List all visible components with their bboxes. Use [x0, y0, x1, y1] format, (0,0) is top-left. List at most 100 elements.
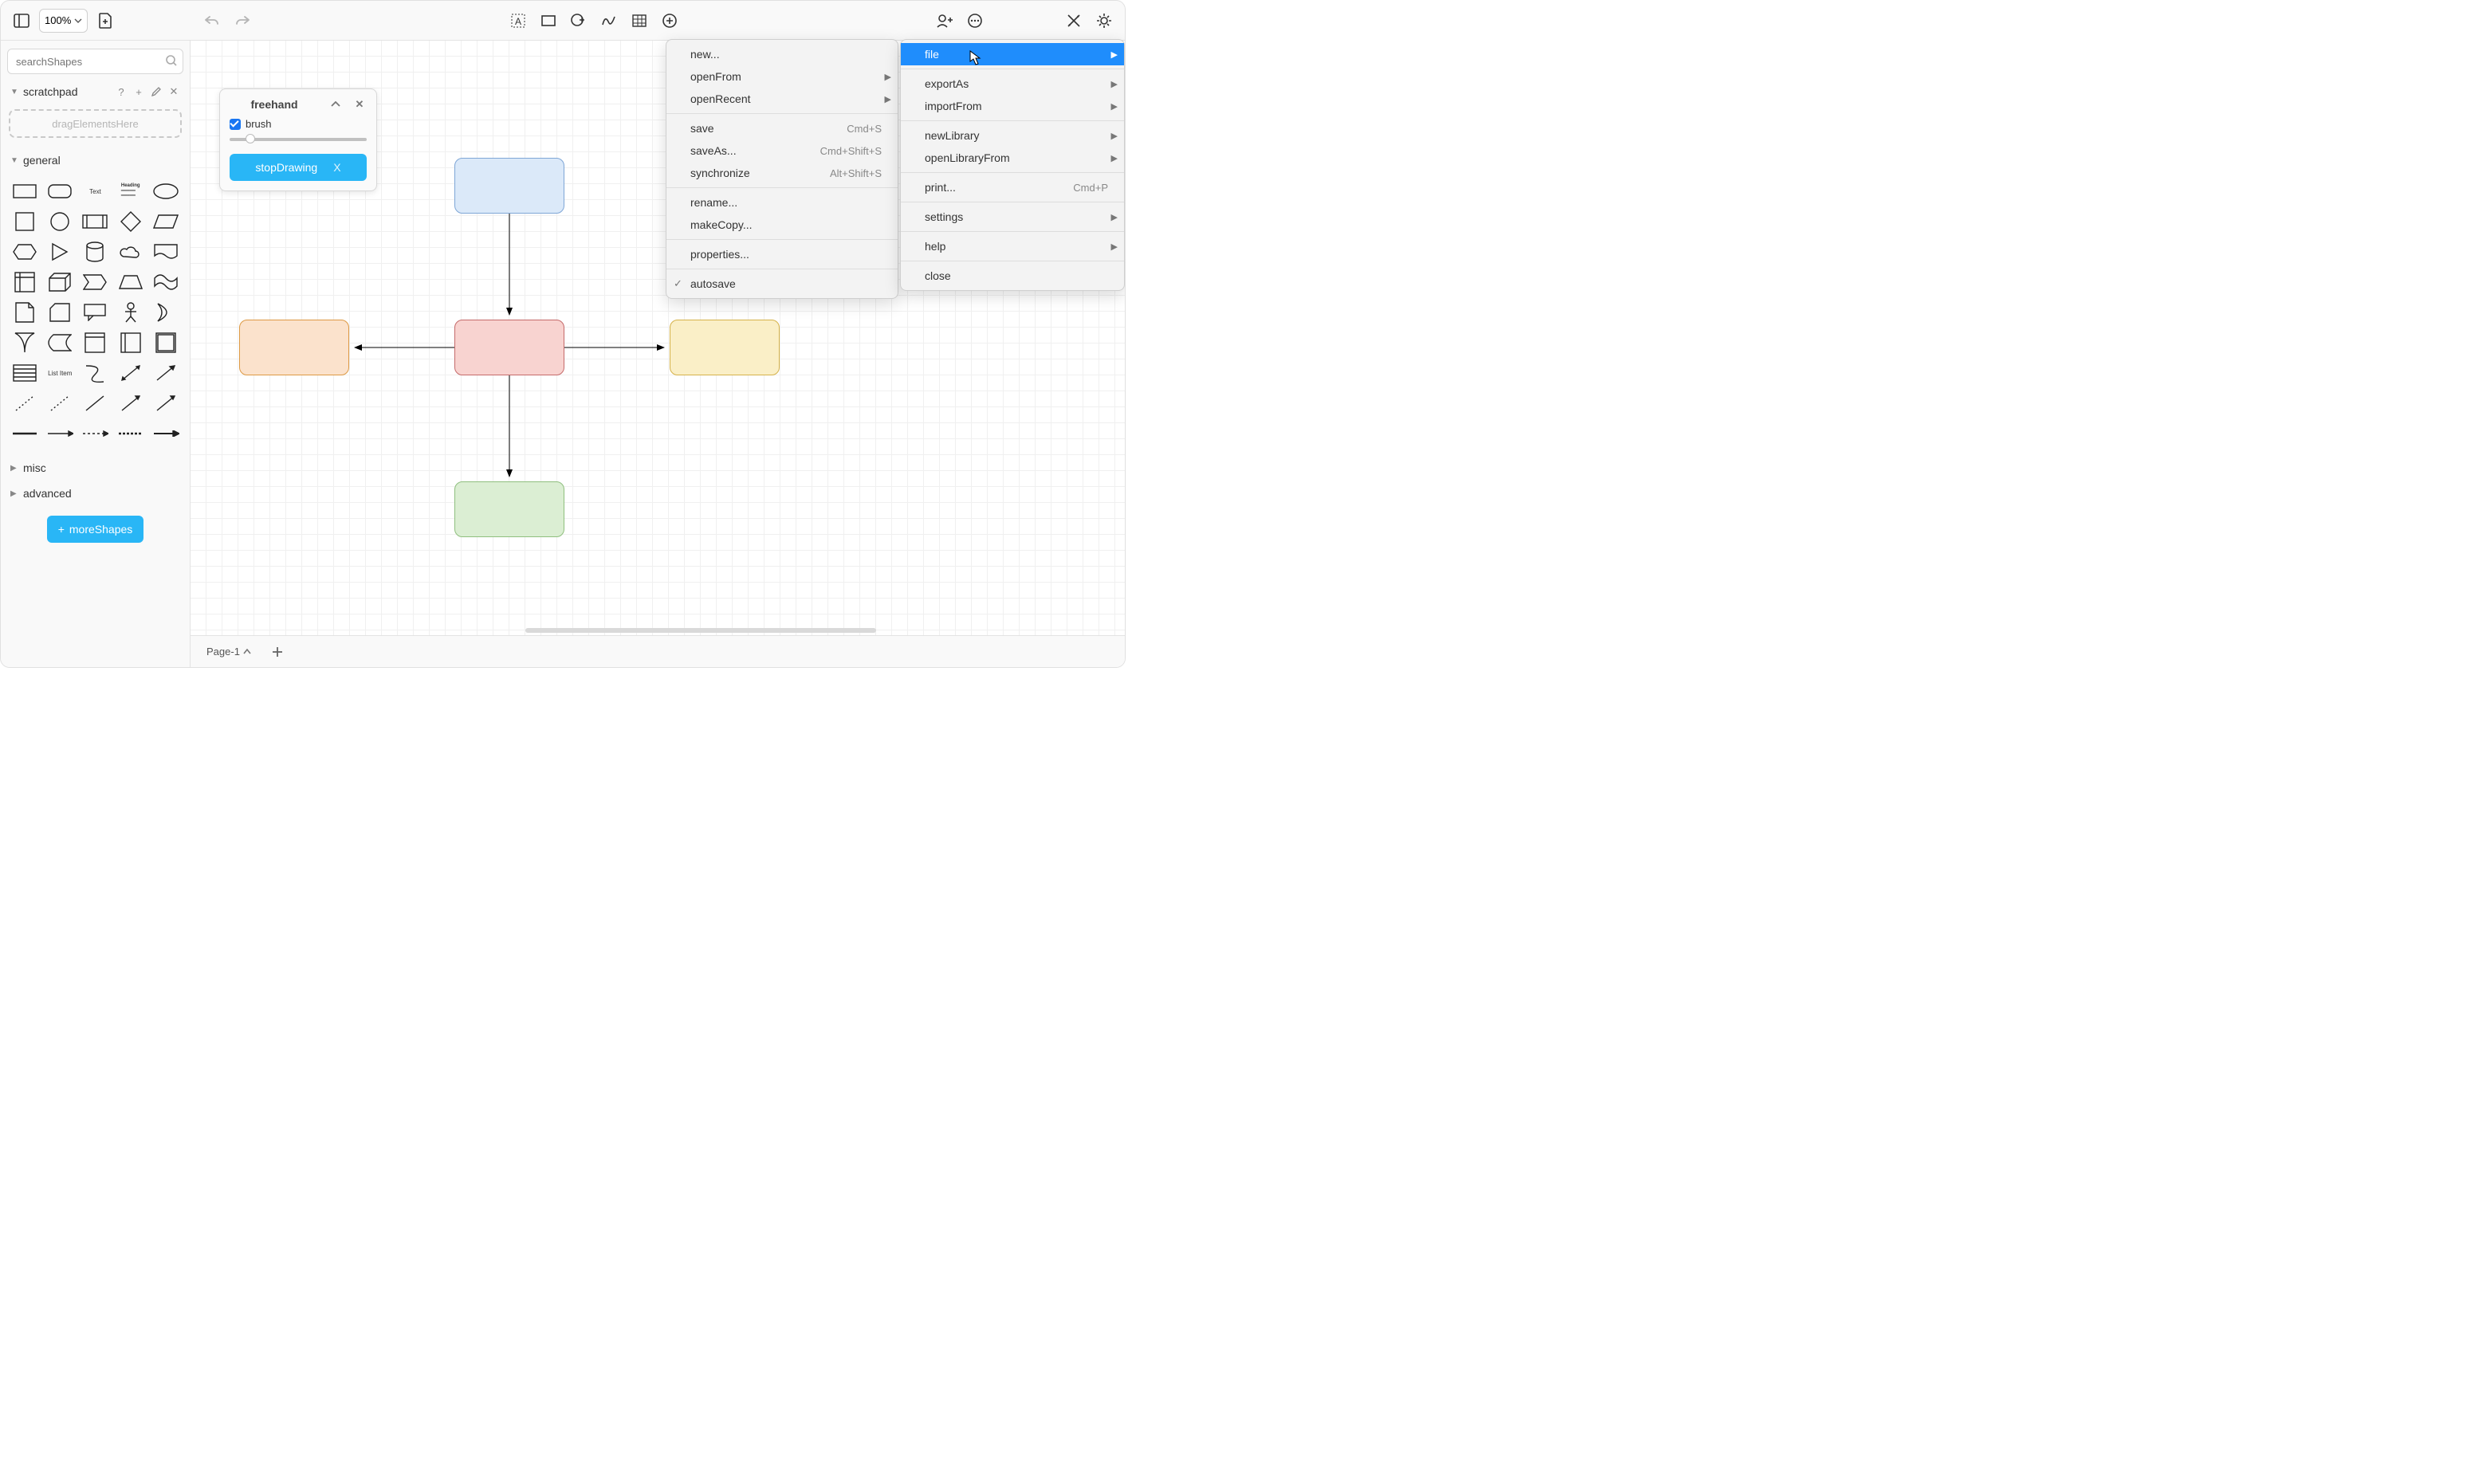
toggle-sidebar-button[interactable]: [9, 8, 34, 33]
advanced-header[interactable]: ▶ advanced: [7, 482, 183, 501]
submenu-settings[interactable]: settings▶: [901, 206, 1124, 228]
shape-process[interactable]: [79, 208, 111, 235]
submenu-close[interactable]: close: [901, 265, 1124, 287]
submenu-file[interactable]: file▶: [901, 43, 1124, 65]
shape-actor[interactable]: [115, 299, 147, 326]
shape-list-item[interactable]: List Item: [44, 359, 76, 387]
shape-cylinder[interactable]: [79, 238, 111, 265]
slider-thumb[interactable]: [246, 134, 255, 143]
zoom-select[interactable]: 100%: [39, 9, 88, 33]
close-icon[interactable]: ✕: [167, 85, 180, 98]
shape-curve[interactable]: [79, 359, 111, 387]
shape-text[interactable]: Text: [79, 178, 111, 205]
shape-card[interactable]: [44, 299, 76, 326]
scratchpad-dropzone[interactable]: dragElementsHere: [9, 109, 182, 138]
shape-triangle[interactable]: [44, 238, 76, 265]
shape-line-arrow2[interactable]: [150, 390, 182, 417]
shape-parallelogram[interactable]: [150, 208, 182, 235]
share-button[interactable]: [932, 8, 957, 33]
shape-line-arrow[interactable]: [115, 390, 147, 417]
close-icon[interactable]: ✕: [352, 97, 367, 112]
new-page-button[interactable]: [92, 8, 118, 33]
shape-crescent[interactable]: [150, 299, 182, 326]
shape-rounded-rect[interactable]: [44, 178, 76, 205]
shape-bidir-arrow[interactable]: [115, 359, 147, 387]
shape-or[interactable]: [9, 329, 41, 356]
shape-connector3[interactable]: [79, 420, 111, 447]
more-shapes-button[interactable]: + moreShapes: [47, 516, 144, 543]
submenu-new-library[interactable]: newLibrary▶: [901, 124, 1124, 147]
menu-open-from[interactable]: openFrom▶: [666, 65, 898, 88]
shape-line[interactable]: [79, 390, 111, 417]
submenu-print[interactable]: print...Cmd+P: [901, 176, 1124, 198]
menu-save[interactable]: saveCmd+S: [666, 117, 898, 139]
text-tool-button[interactable]: A: [505, 8, 531, 33]
node-blue[interactable]: [454, 158, 564, 214]
undo-button[interactable]: [199, 8, 225, 33]
more-menu-button[interactable]: [962, 8, 988, 33]
misc-header[interactable]: ▶ misc: [7, 457, 183, 476]
shape-container2[interactable]: [115, 329, 147, 356]
node-orange[interactable]: [239, 320, 349, 375]
shape-tape[interactable]: [150, 269, 182, 296]
search-input[interactable]: [7, 49, 183, 74]
menu-properties[interactable]: properties...: [666, 243, 898, 265]
menu-save-as[interactable]: saveAs...Cmd+Shift+S: [666, 139, 898, 162]
shape-document[interactable]: [150, 238, 182, 265]
freehand-tool-button[interactable]: [596, 8, 622, 33]
brush-slider[interactable]: [230, 133, 367, 144]
shape-callout[interactable]: [79, 299, 111, 326]
shape-heading[interactable]: Heading━━━━━━━━━━: [115, 178, 147, 205]
shape-rectangle[interactable]: [9, 178, 41, 205]
menu-open-recent[interactable]: openRecent▶: [666, 88, 898, 110]
submenu-open-library-from[interactable]: openLibraryFrom▶: [901, 147, 1124, 169]
design-tools-button[interactable]: [1061, 8, 1087, 33]
theme-toggle-button[interactable]: [1091, 8, 1117, 33]
menu-new[interactable]: new...: [666, 43, 898, 65]
shape-hexagon[interactable]: [9, 238, 41, 265]
scratchpad-header[interactable]: ▼ scratchpad ? + ✕: [7, 80, 183, 100]
shape-circle[interactable]: [44, 208, 76, 235]
canvas[interactable]: freehand ✕ brush s: [191, 41, 1125, 635]
shape-step[interactable]: [79, 269, 111, 296]
rectangle-tool-button[interactable]: [536, 8, 561, 33]
shape-connector4[interactable]: [115, 420, 147, 447]
shape-square[interactable]: [9, 208, 41, 235]
node-green[interactable]: [454, 481, 564, 537]
shape-frame[interactable]: [150, 329, 182, 356]
collapse-icon[interactable]: [328, 97, 343, 112]
submenu-import-from[interactable]: importFrom▶: [901, 95, 1124, 117]
submenu-help[interactable]: help▶: [901, 235, 1124, 257]
shape-diamond[interactable]: [115, 208, 147, 235]
shape-container[interactable]: [79, 329, 111, 356]
general-header[interactable]: ▼ general: [7, 149, 183, 168]
stop-drawing-button[interactable]: stopDrawing X: [230, 154, 367, 181]
node-yellow[interactable]: [670, 320, 780, 375]
shape-connector1[interactable]: [9, 420, 41, 447]
add-tool-button[interactable]: [657, 8, 682, 33]
shape-internal-storage[interactable]: [9, 269, 41, 296]
shape-ellipse[interactable]: [150, 178, 182, 205]
redo-button[interactable]: [230, 8, 255, 33]
edit-icon[interactable]: [150, 85, 163, 98]
horizontal-scrollbar[interactable]: [525, 628, 876, 633]
submenu-export-as[interactable]: exportAs▶: [901, 73, 1124, 95]
add-page-button[interactable]: [267, 642, 288, 662]
node-red[interactable]: [454, 320, 564, 375]
help-icon[interactable]: ?: [115, 85, 128, 98]
shape-note[interactable]: [9, 299, 41, 326]
menu-rename[interactable]: rename...: [666, 191, 898, 214]
page-tab-1[interactable]: Page-1: [198, 641, 259, 662]
shape-cube[interactable]: [44, 269, 76, 296]
add-icon[interactable]: +: [132, 85, 145, 98]
menu-autosave[interactable]: ✓autosave: [666, 273, 898, 295]
shape-data-storage[interactable]: [44, 329, 76, 356]
shape-cloud[interactable]: [115, 238, 147, 265]
shape-connector2[interactable]: [44, 420, 76, 447]
table-tool-button[interactable]: [627, 8, 652, 33]
shape-trapezoid[interactable]: [115, 269, 147, 296]
shape-dashed-line2[interactable]: [44, 390, 76, 417]
brush-checkbox[interactable]: [230, 119, 241, 130]
shape-connector5[interactable]: [150, 420, 182, 447]
menu-synchronize[interactable]: synchronizeAlt+Shift+S: [666, 162, 898, 184]
